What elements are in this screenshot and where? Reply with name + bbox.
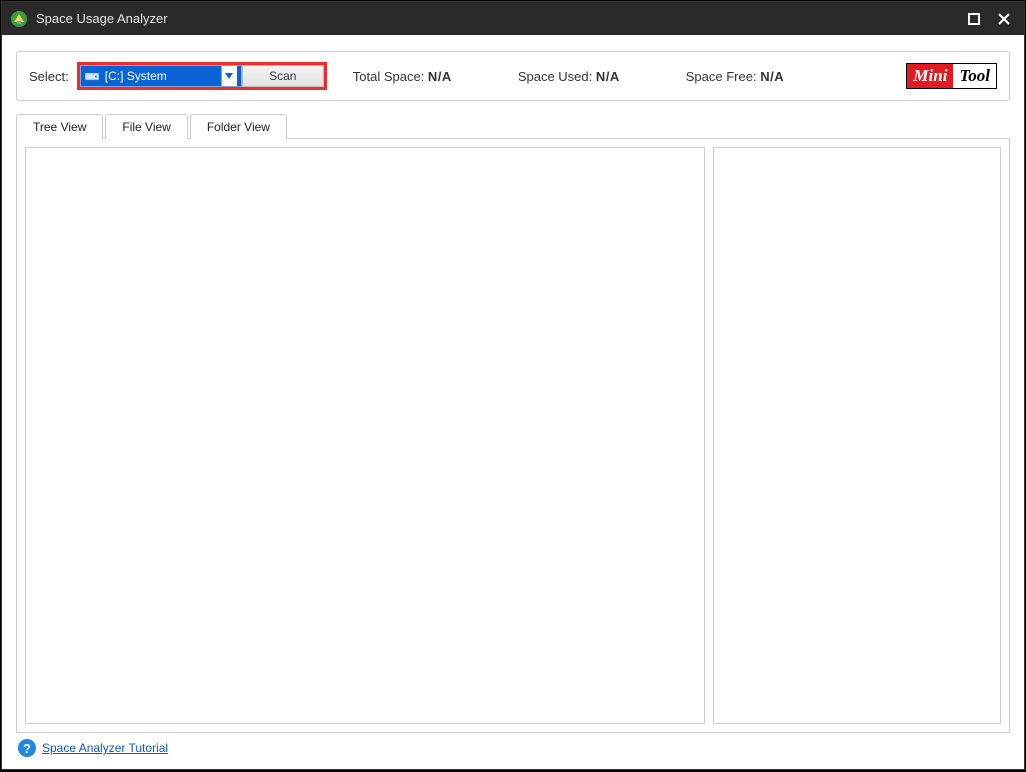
help-icon[interactable]: ? — [18, 739, 36, 757]
select-label: Select: — [29, 69, 69, 84]
app-window: Space Usage Analyzer Select: [C:] System — [1, 1, 1025, 770]
space-free-value: N/A — [760, 69, 784, 84]
tabs: Tree View File View Folder View — [16, 114, 1010, 139]
space-free-label: Space Free: — [686, 69, 757, 84]
logo-mini: Mini — [907, 64, 953, 88]
space-used-value: N/A — [596, 69, 620, 84]
scan-button[interactable]: Scan — [242, 65, 324, 87]
content-area: Select: [C:] System Scan Total Space: N/… — [2, 35, 1024, 769]
total-space-value: N/A — [428, 69, 452, 84]
titlebar: Space Usage Analyzer — [2, 2, 1024, 35]
minitool-logo: Mini Tool — [906, 63, 997, 89]
window-title: Space Usage Analyzer — [36, 11, 168, 26]
tree-panel — [25, 147, 705, 724]
space-used: Space Used: N/A — [518, 69, 620, 84]
drive-dropdown[interactable]: [C:] System — [80, 65, 242, 87]
close-button[interactable] — [992, 7, 1016, 31]
total-space-label: Total Space: — [353, 69, 425, 84]
panels-container — [16, 138, 1010, 733]
space-used-label: Space Used: — [518, 69, 592, 84]
chevron-down-icon — [221, 66, 237, 86]
tutorial-link[interactable]: Space Analyzer Tutorial — [42, 741, 168, 755]
tab-folder-view[interactable]: Folder View — [190, 114, 287, 139]
footer: ? Space Analyzer Tutorial — [16, 733, 1010, 763]
total-space: Total Space: N/A — [353, 69, 452, 84]
maximize-button[interactable] — [962, 7, 986, 31]
tab-tree-view[interactable]: Tree View — [16, 114, 103, 139]
tab-file-view[interactable]: File View — [105, 114, 187, 139]
app-icon — [10, 10, 28, 28]
drive-scan-highlight: [C:] System Scan — [77, 62, 327, 90]
drive-selected-text: [C:] System — [105, 69, 221, 83]
space-free: Space Free: N/A — [686, 69, 784, 84]
logo-tool: Tool — [953, 64, 996, 88]
drive-icon — [85, 71, 99, 82]
detail-panel — [713, 147, 1001, 724]
toolbar: Select: [C:] System Scan Total Space: N/… — [16, 51, 1010, 101]
